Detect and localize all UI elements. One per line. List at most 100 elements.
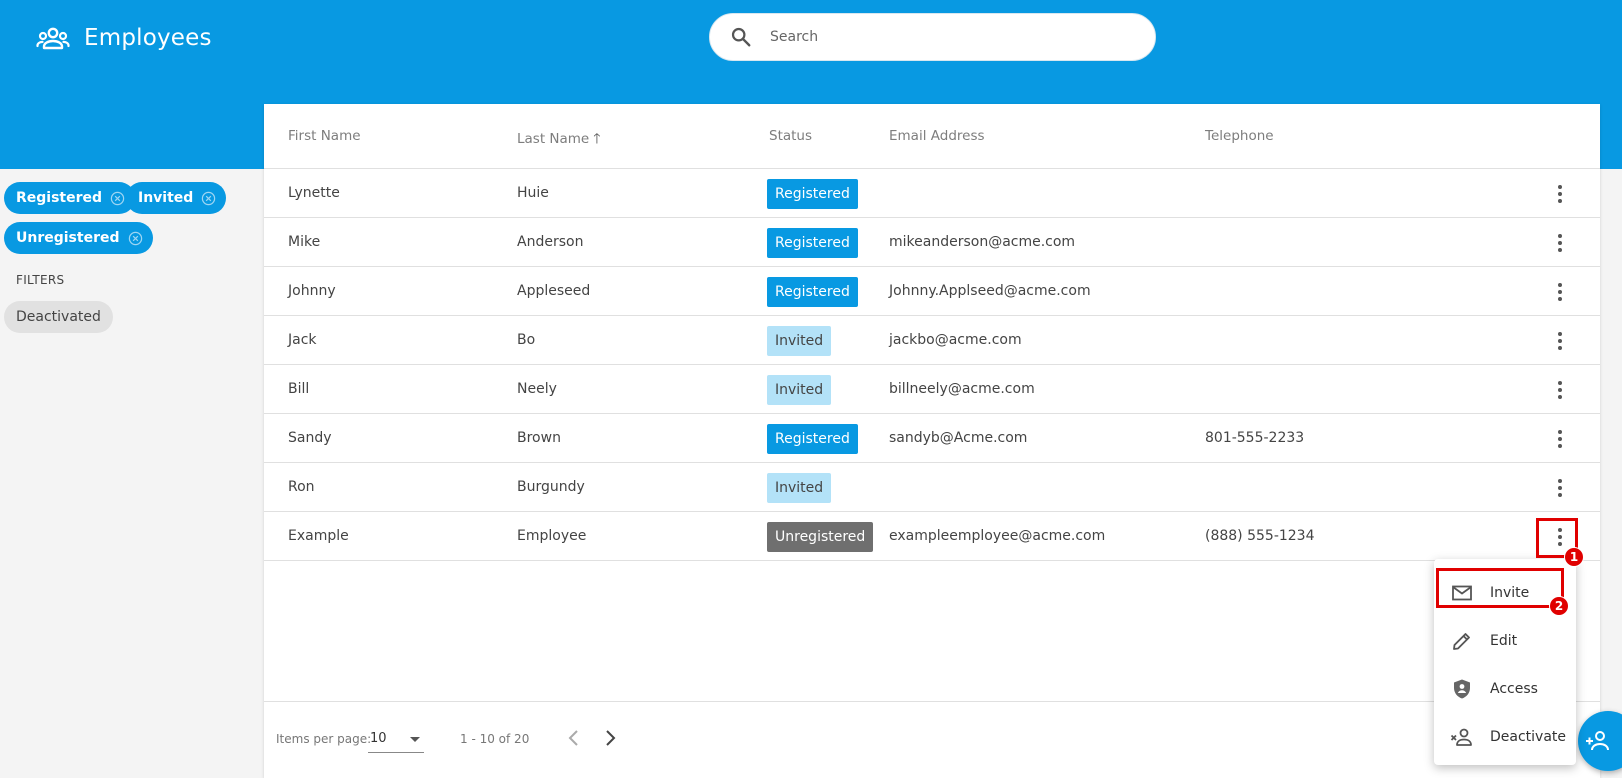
cell-first-name: Ron (288, 479, 315, 495)
column-header-telephone[interactable]: Telephone (1205, 128, 1274, 144)
page-range-label: 1 - 10 of 20 (460, 732, 530, 746)
add-person-icon (1586, 731, 1609, 751)
column-header-label: Last Name (517, 131, 590, 147)
table-row[interactable]: Example Employee Unregistered exampleemploy… (264, 512, 1600, 561)
cell-telephone: 801-555-2233 (1205, 430, 1305, 446)
kebab-dot (1558, 234, 1562, 238)
remove-chip-icon[interactable] (110, 191, 125, 206)
remove-chip-icon[interactable] (128, 231, 143, 246)
items-per-page-label: Items per page: (276, 732, 372, 746)
cell-telephone: (888) 555-1234 (1205, 528, 1315, 544)
table-row[interactable]: Jack Bo Invited jackbo@acme.com (264, 316, 1600, 365)
kebab-dot (1558, 381, 1562, 385)
search-input[interactable] (770, 29, 1110, 45)
cell-last-name: Appleseed (517, 283, 591, 299)
table-row[interactable]: Lynette Huie Registered (264, 169, 1600, 218)
people-icon (36, 27, 70, 50)
table-row[interactable]: Johnny Appleseed Registered Johnny.Applseed… (264, 267, 1600, 316)
more-actions-icon[interactable] (1548, 426, 1572, 452)
kebab-dot (1558, 192, 1562, 196)
cell-email: billneely@acme.com (889, 381, 1035, 397)
previous-page-button[interactable] (566, 728, 582, 748)
shield-person-icon (1454, 679, 1470, 699)
step-marker-2: 2 (1549, 596, 1569, 616)
more-actions-icon[interactable] (1548, 475, 1572, 501)
menu-item-label: Invite (1490, 585, 1530, 601)
dropdown-arrow-icon (410, 737, 420, 742)
kebab-dot (1558, 283, 1562, 287)
kebab-dot (1558, 535, 1562, 539)
kebab-dot (1558, 199, 1562, 203)
chip-label: Registered (16, 190, 103, 206)
status-badge: Registered (767, 277, 858, 307)
cell-first-name: Mike (288, 234, 321, 250)
cell-first-name: Example (288, 528, 349, 544)
more-actions-icon[interactable] (1548, 279, 1572, 305)
remove-person-icon (1450, 728, 1472, 746)
search-bar[interactable] (709, 13, 1156, 61)
status-badge: Unregistered (767, 522, 874, 552)
filter-chip-deactivated[interactable]: Deactivated (4, 301, 113, 333)
cell-first-name: Bill (288, 381, 310, 397)
chip-label: Invited (138, 190, 194, 206)
column-header-status[interactable]: Status (769, 128, 812, 144)
table-row[interactable]: Mike Anderson Registered mikeanderson@acme.… (264, 218, 1600, 267)
kebab-dot (1558, 290, 1562, 294)
next-page-button[interactable] (602, 728, 618, 748)
kebab-dot (1558, 339, 1562, 343)
chip-unregistered[interactable]: Unregistered (4, 222, 153, 254)
menu-item-deactivate[interactable]: Deactivate (1434, 714, 1576, 760)
status-badge: Registered (767, 179, 858, 209)
more-actions-icon[interactable] (1548, 230, 1572, 256)
cell-last-name: Neely (517, 381, 557, 397)
pencil-icon (1453, 633, 1470, 650)
cell-email: exampleemployee@acme.com (889, 528, 1106, 544)
cell-first-name: Jack (288, 332, 317, 348)
more-actions-icon[interactable] (1548, 377, 1572, 403)
remove-chip-icon[interactable] (201, 191, 216, 206)
kebab-dot (1558, 486, 1562, 490)
cell-first-name: Lynette (288, 185, 340, 201)
chip-invited[interactable]: Invited (126, 182, 227, 214)
kebab-dot (1558, 430, 1562, 434)
column-header-last-name[interactable]: Last Name 🡑 (517, 128, 601, 152)
cell-email: mikeanderson@acme.com (889, 234, 1076, 250)
cell-last-name: Brown (517, 430, 561, 446)
column-header-first-name[interactable]: First Name (288, 128, 361, 144)
items-per-page-select[interactable]: 10 (368, 727, 424, 753)
kebab-dot (1558, 332, 1562, 336)
menu-item-access[interactable]: Access (1434, 666, 1576, 712)
menu-item-edit[interactable]: Edit (1434, 618, 1576, 664)
cell-email: Johnny.Applseed@acme.com (889, 283, 1091, 299)
status-badge: Invited (767, 375, 832, 405)
more-actions-icon[interactable] (1548, 328, 1572, 354)
menu-item-label: Access (1490, 681, 1538, 697)
status-badge: Registered (767, 424, 858, 454)
table-header: First Name Last Name 🡑 Status Email Addre… (264, 104, 1600, 169)
kebab-dot (1558, 437, 1562, 441)
kebab-dot (1558, 388, 1562, 392)
cell-first-name: Sandy (288, 430, 332, 446)
step-marker-1: 1 (1564, 547, 1584, 567)
kebab-dot (1558, 542, 1562, 546)
paginator: Items per page: 10 1 - 10 of 20 (264, 701, 1600, 778)
sort-ascending-icon: 🡑 (593, 131, 601, 147)
cell-first-name: Johnny (288, 283, 336, 299)
kebab-dot (1558, 241, 1562, 245)
sidebar: Registered Invited Unregistered FILTERS … (0, 169, 264, 778)
chip-label: Unregistered (16, 230, 120, 246)
table-row[interactable]: Ron Burgundy Invited (264, 463, 1600, 512)
chip-registered[interactable]: Registered (4, 182, 136, 214)
status-badge: Invited (767, 326, 832, 356)
kebab-dot (1558, 346, 1562, 350)
table-row[interactable]: Sandy Brown Registered sandyb@Acme.com 801-5… (264, 414, 1600, 463)
kebab-dot (1558, 479, 1562, 483)
column-header-email[interactable]: Email Address (889, 128, 985, 144)
menu-item-label: Edit (1490, 633, 1518, 649)
more-actions-icon[interactable] (1548, 181, 1572, 207)
row-actions-menu: Invite Edit Access Deactivate (1434, 559, 1576, 765)
kebab-dot (1558, 248, 1562, 252)
filters-heading: FILTERS (16, 273, 65, 287)
more-actions-icon[interactable] (1548, 524, 1572, 550)
table-row[interactable]: Bill Neely Invited billneely@acme.com (264, 365, 1600, 414)
